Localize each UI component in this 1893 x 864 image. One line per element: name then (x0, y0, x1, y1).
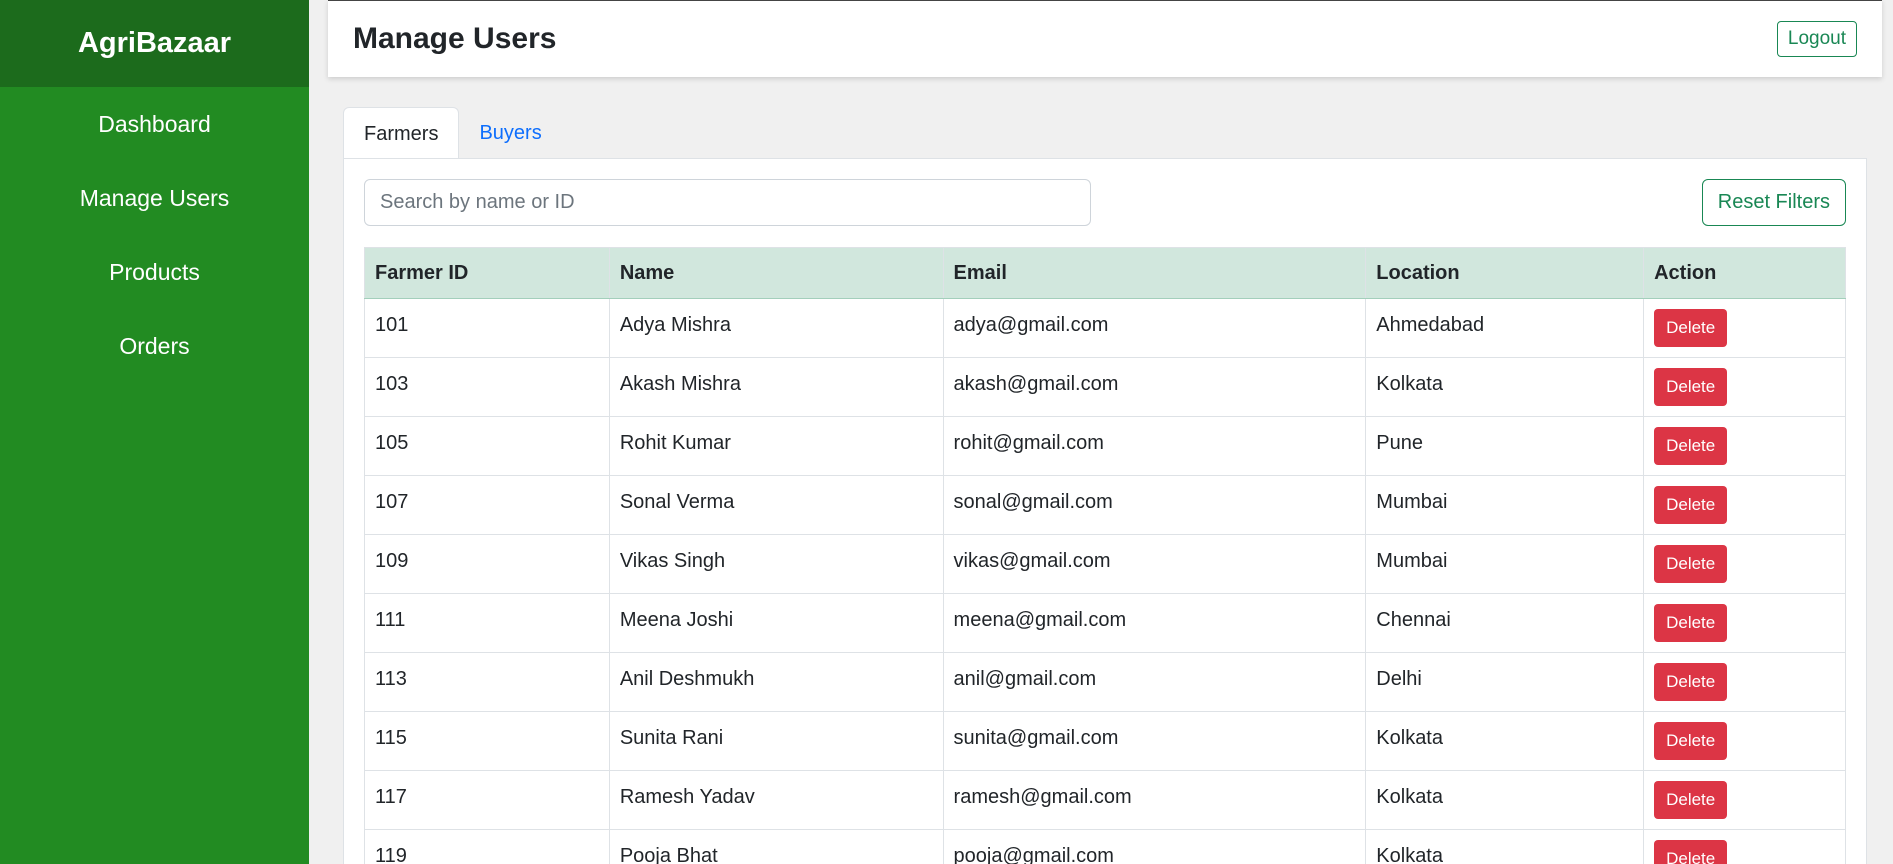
cell-email: rohit@gmail.com (942, 416, 1367, 476)
cell-email: pooja@gmail.com (942, 829, 1367, 864)
cell-email: vikas@gmail.com (942, 534, 1367, 594)
column-header-farmer-id: Farmer ID (364, 247, 610, 299)
table-row: 109 Vikas Singh vikas@gmail.com Mumbai D… (364, 534, 1846, 594)
cell-name: Adya Mishra (608, 298, 944, 358)
sidebar-item-products[interactable]: Products (0, 235, 309, 309)
cell-farmer-id: 113 (364, 652, 610, 712)
table-row: 111 Meena Joshi meena@gmail.com Chennai … (364, 593, 1846, 653)
cell-farmer-id: 111 (364, 593, 610, 653)
table-header-row: Farmer ID Name Email Location Action (364, 247, 1846, 299)
delete-button[interactable]: Delete (1654, 663, 1728, 701)
cell-email: sonal@gmail.com (942, 475, 1367, 535)
user-tabs: Farmers Buyers (343, 107, 562, 159)
column-header-email: Email (942, 247, 1367, 299)
cell-location: Pune (1365, 416, 1645, 476)
cell-name: Sonal Verma (608, 475, 944, 535)
cell-location: Kolkata (1365, 357, 1645, 417)
cell-action: Delete (1643, 475, 1846, 535)
brand-logo[interactable]: AgriBazaar (0, 0, 309, 87)
tab-farmers[interactable]: Farmers (343, 107, 460, 159)
cell-action: Delete (1643, 652, 1846, 712)
cell-email: anil@gmail.com (942, 652, 1367, 712)
column-header-name: Name (608, 247, 944, 299)
farmers-table: Farmer ID Name Email Location Action 101… (364, 247, 1846, 864)
cell-farmer-id: 107 (364, 475, 610, 535)
cell-farmer-id: 105 (364, 416, 610, 476)
cell-email: akash@gmail.com (942, 357, 1367, 417)
cell-email: meena@gmail.com (942, 593, 1367, 653)
cell-farmer-id: 119 (364, 829, 610, 864)
table-row: 107 Sonal Verma sonal@gmail.com Mumbai D… (364, 475, 1846, 535)
cell-location: Kolkata (1365, 829, 1645, 864)
cell-farmer-id: 103 (364, 357, 610, 417)
cell-action: Delete (1643, 711, 1846, 771)
cell-action: Delete (1643, 770, 1846, 830)
delete-button[interactable]: Delete (1654, 781, 1728, 819)
delete-button[interactable]: Delete (1654, 486, 1728, 524)
cell-location: Mumbai (1365, 475, 1645, 535)
logout-button[interactable]: Logout (1776, 21, 1857, 57)
cell-name: Rohit Kumar (608, 416, 944, 476)
cell-action: Delete (1643, 829, 1846, 864)
delete-button[interactable]: Delete (1654, 722, 1728, 760)
cell-farmer-id: 101 (364, 298, 610, 358)
delete-button[interactable]: Delete (1654, 604, 1728, 642)
cell-action: Delete (1643, 593, 1846, 653)
cell-location: Mumbai (1365, 534, 1645, 594)
cell-name: Akash Mishra (608, 357, 944, 417)
cell-name: Sunita Rani (608, 711, 944, 771)
column-header-action: Action (1643, 247, 1846, 299)
cell-farmer-id: 109 (364, 534, 610, 594)
table-row: 101 Adya Mishra adya@gmail.com Ahmedabad… (364, 298, 1846, 358)
cell-action: Delete (1643, 416, 1846, 476)
cell-location: Kolkata (1365, 711, 1645, 771)
search-input[interactable] (364, 179, 1091, 226)
delete-button[interactable]: Delete (1654, 840, 1728, 864)
table-row: 103 Akash Mishra akash@gmail.com Kolkata… (364, 357, 1846, 417)
cell-email: ramesh@gmail.com (942, 770, 1367, 830)
farmers-panel: Reset Filters Farmer ID Name Email Locat… (343, 158, 1867, 864)
tab-buyers[interactable]: Buyers (459, 107, 561, 159)
column-header-location: Location (1365, 247, 1645, 299)
cell-location: Ahmedabad (1365, 298, 1645, 358)
sidebar-item-orders[interactable]: Orders (0, 309, 309, 383)
table-row: 119 Pooja Bhat pooja@gmail.com Kolkata D… (364, 829, 1846, 864)
cell-farmer-id: 117 (364, 770, 610, 830)
cell-action: Delete (1643, 298, 1846, 358)
cell-email: adya@gmail.com (942, 298, 1367, 358)
cell-location: Kolkata (1365, 770, 1645, 830)
reset-filters-button[interactable]: Reset Filters (1701, 179, 1846, 226)
delete-button[interactable]: Delete (1654, 309, 1728, 347)
cell-action: Delete (1643, 357, 1846, 417)
delete-button[interactable]: Delete (1654, 427, 1728, 465)
cell-name: Meena Joshi (608, 593, 944, 653)
cell-name: Anil Deshmukh (608, 652, 944, 712)
table-row: 105 Rohit Kumar rohit@gmail.com Pune Del… (364, 416, 1846, 476)
cell-name: Ramesh Yadav (608, 770, 944, 830)
delete-button[interactable]: Delete (1654, 545, 1728, 583)
sidebar-item-dashboard[interactable]: Dashboard (0, 87, 309, 161)
cell-location: Chennai (1365, 593, 1645, 653)
cell-action: Delete (1643, 534, 1846, 594)
table-row: 115 Sunita Rani sunita@gmail.com Kolkata… (364, 711, 1846, 771)
page-header: Manage Users Logout (328, 0, 1882, 77)
cell-email: sunita@gmail.com (942, 711, 1367, 771)
table-row: 117 Ramesh Yadav ramesh@gmail.com Kolkat… (364, 770, 1846, 830)
sidebar-item-manage-users[interactable]: Manage Users (0, 161, 309, 235)
cell-name: Vikas Singh (608, 534, 944, 594)
delete-button[interactable]: Delete (1654, 368, 1728, 406)
sidebar: AgriBazaar Dashboard Manage Users Produc… (0, 0, 309, 864)
cell-farmer-id: 115 (364, 711, 610, 771)
cell-name: Pooja Bhat (608, 829, 944, 864)
table-row: 113 Anil Deshmukh anil@gmail.com Delhi D… (364, 652, 1846, 712)
page-title: Manage Users (353, 22, 557, 55)
cell-location: Delhi (1365, 652, 1645, 712)
